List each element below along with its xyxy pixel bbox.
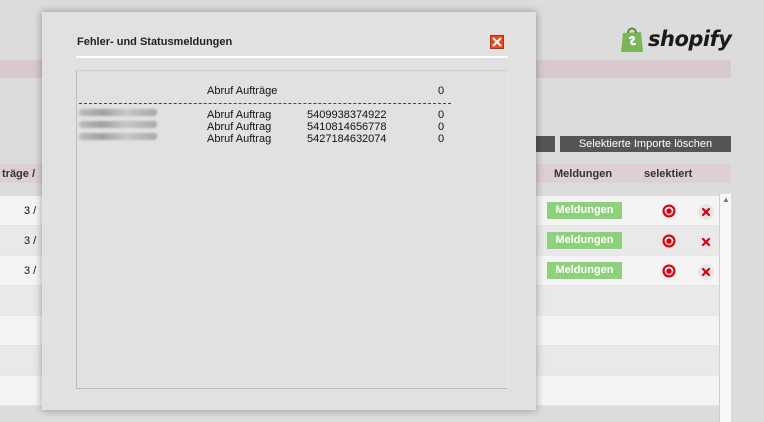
log-entry: Abruf Auftrag 5409938374922 0 (77, 109, 457, 121)
log-entry-id: 5410814656778 (307, 121, 387, 133)
redacted-name (79, 133, 157, 140)
row-number: 3 / (24, 265, 37, 277)
messages-button[interactable]: Meldungen (547, 232, 622, 249)
table-scrollbar[interactable]: ▲ (719, 194, 731, 422)
log-entry-id: 5427184632074 (307, 133, 387, 145)
redacted-name (79, 121, 157, 128)
messages-button[interactable]: Meldungen (547, 202, 622, 219)
delete-icon[interactable] (698, 234, 714, 250)
log-summary-label: Abruf Aufträge (207, 85, 278, 97)
delete-icon[interactable] (698, 264, 714, 280)
shopping-bag-icon (620, 25, 644, 53)
restore-icon[interactable] (662, 234, 676, 248)
delete-icon[interactable] (698, 204, 714, 220)
header-orders: träge / (2, 168, 36, 180)
restore-icon[interactable] (662, 264, 676, 278)
log-entry-id: 5409938374922 (307, 109, 387, 121)
title-divider (76, 56, 508, 58)
messages-button[interactable]: Meldungen (547, 262, 622, 279)
log-separator (79, 103, 451, 104)
scroll-up-icon[interactable]: ▲ (720, 194, 732, 206)
log-entry: Abruf Auftrag 5410814656778 0 (77, 121, 457, 133)
log-summary-count: 0 (438, 85, 445, 97)
brand-name: shopify (648, 27, 732, 51)
delete-selected-imports-button[interactable]: Selektierte Importe löschen (560, 136, 731, 152)
log-summary-line: Abruf Aufträge 0 (77, 85, 457, 97)
header-messages: Meldungen (554, 168, 613, 180)
log-entry-count: 0 (438, 133, 445, 145)
close-icon[interactable] (490, 35, 504, 49)
redacted-name (79, 109, 157, 116)
header-selected: selektiert (644, 168, 693, 180)
row-number: 3 / (24, 235, 37, 247)
log-entry-type: Abruf Auftrag (207, 109, 272, 121)
restore-icon[interactable] (662, 204, 676, 218)
shopify-logo: shopify (620, 22, 732, 56)
message-log: Abruf Aufträge 0 Abruf Auftrag 540993837… (76, 70, 508, 389)
log-entry-type: Abruf Auftrag (207, 121, 272, 133)
status-messages-dialog: Fehler- und Statusmeldungen Abruf Aufträ… (42, 12, 536, 410)
log-entry-type: Abruf Auftrag (207, 133, 272, 145)
row-number: 3 / (24, 205, 37, 217)
log-entry-count: 0 (438, 121, 445, 133)
log-entry-count: 0 (438, 109, 445, 121)
log-entry: Abruf Auftrag 5427184632074 0 (77, 133, 457, 145)
dialog-title: Fehler- und Statusmeldungen (77, 36, 233, 48)
